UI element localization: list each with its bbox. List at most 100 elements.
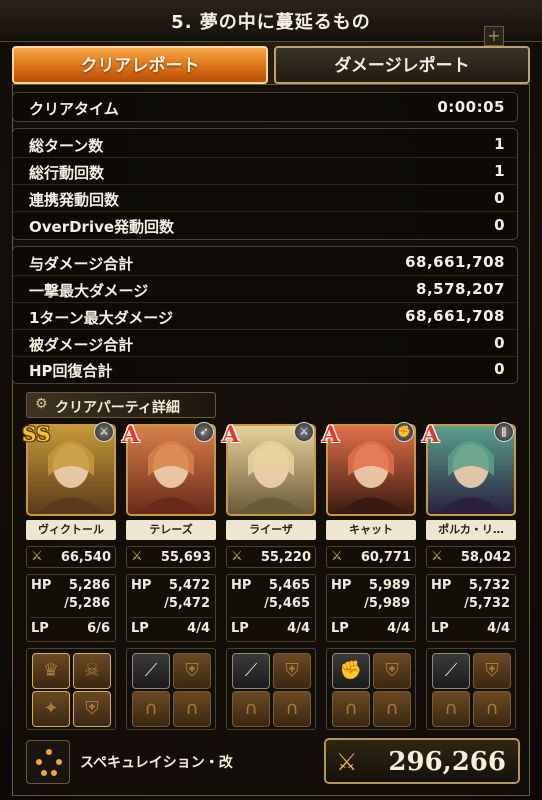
hp-value: 5,989 [368, 578, 410, 593]
lp-label: LP [231, 621, 249, 636]
lp-value: 4/4 [187, 621, 210, 636]
equipment-icon: ⟋ [244, 660, 258, 681]
empty-equipment-slot[interactable]: ⛨ [173, 653, 211, 689]
equipped-weapon-slot[interactable]: ⟋ [432, 653, 470, 689]
power-value: 60,771 [360, 550, 411, 565]
lp-label: LP [331, 621, 349, 636]
lp-value: 4/4 [287, 621, 310, 636]
formation-dot-icon [46, 749, 52, 755]
lp-value: 6/6 [87, 621, 110, 636]
damage-label: 1ターン最大ダメージ [29, 309, 173, 327]
empty-equipment-slot[interactable]: ∩ [173, 691, 211, 727]
damage-label: 与ダメージ合計 [29, 255, 134, 273]
hp-max-value: /5,465 [264, 596, 310, 611]
equipped-item-slot[interactable]: ✦ [32, 691, 70, 727]
equipment-icon: ✦ [43, 698, 59, 719]
power-box: ⚔ 66,540 [26, 546, 116, 568]
sword-icon: ⚔ [94, 422, 114, 442]
power-box: ⚔ 55,220 [226, 546, 316, 568]
hp-max-value: /5,732 [464, 596, 510, 611]
empty-equipment-slot[interactable]: ∩ [373, 691, 411, 727]
equipment-box: ⟋ ⛨ ∩ ∩ [226, 648, 316, 730]
equipment-icon: ⟋ [444, 660, 458, 681]
formation-button[interactable] [26, 740, 70, 784]
stat-label: OverDrive発動回数 [29, 218, 175, 236]
crossed-swords-icon: ⚔ [131, 549, 143, 564]
formation-dot-icon [51, 770, 57, 776]
formation-name: スペキュレイション・改 [80, 755, 233, 771]
empty-equipment-slot[interactable]: ∩ [432, 691, 470, 727]
empty-equipment-slot[interactable]: ∩ [232, 691, 270, 727]
equipped-weapon-slot[interactable]: ✊ [332, 653, 370, 689]
empty-equipment-slot[interactable]: ∩ [473, 691, 511, 727]
sword-icon: ⚔ [294, 422, 314, 442]
crossed-swords-icon: ⚔ [31, 549, 43, 564]
empty-equipment-slot[interactable]: ∩ [332, 691, 370, 727]
empty-equipment-slot[interactable]: ⛨ [273, 653, 311, 689]
title-bar: 5. 夢の中に蔓延るもの + [0, 0, 542, 46]
bow-icon: ➶ [194, 422, 214, 442]
damage-label: 一撃最大ダメージ [29, 282, 149, 300]
expand-button[interactable]: + [484, 26, 504, 46]
rank-badge: A [222, 422, 240, 448]
empty-equipment-slot[interactable]: ⛨ [373, 653, 411, 689]
stat-box: HP 5,286/5,286 LP 6/6 [26, 574, 116, 642]
crossed-swords-icon: ⚔ [431, 549, 443, 564]
stat-label: 連携発動回数 [29, 191, 120, 209]
stat-box: HP 5,989/5,989 LP 4/4 [326, 574, 416, 642]
stat-box: HP 5,732/5,732 LP 4/4 [426, 574, 516, 642]
hp-value: 5,465 [268, 578, 310, 593]
tab-damage-report[interactable]: ダメージレポート [274, 46, 530, 84]
power-value: 55,693 [160, 550, 211, 565]
damage-label: 被ダメージ合計 [29, 336, 134, 354]
equipment-box: ✊ ⛨ ∩ ∩ [326, 648, 416, 730]
divider [30, 617, 112, 618]
equipment-icon: ⛨ [485, 660, 499, 681]
empty-equipment-slot[interactable]: ⛨ [473, 653, 511, 689]
equipped-weapon-slot[interactable]: ⟋ [232, 653, 270, 689]
total-power-box: ⚔ 296,266 [324, 738, 520, 784]
stat-label: 総行動回数 [29, 164, 105, 182]
damage-value: 8,578,207 [416, 280, 505, 298]
damage-stats-section: 与ダメージ合計 68,661,708 一撃最大ダメージ 8,578,207 1タ… [12, 246, 518, 384]
damage-row: 与ダメージ合計 68,661,708 [13, 250, 517, 276]
divider [430, 617, 512, 618]
empty-equipment-slot[interactable]: ∩ [132, 691, 170, 727]
stat-value: 1 [494, 162, 505, 180]
equipment-icon: ∩ [285, 698, 299, 719]
equipment-icon: ∩ [144, 698, 158, 719]
lp-label: LP [31, 621, 49, 636]
clear-time-label: クリアタイム [29, 100, 119, 118]
empty-equipment-slot[interactable]: ∩ [273, 691, 311, 727]
divider [330, 617, 412, 618]
divider [130, 617, 212, 618]
hp-label: HP [331, 578, 352, 593]
stat-label: 総ターン数 [29, 137, 104, 155]
equipment-icon: ⛨ [285, 660, 299, 681]
formation-dot-icon [56, 759, 62, 765]
damage-value: 0 [494, 334, 505, 352]
power-value: 58,042 [460, 550, 511, 565]
turn-stats-section: 総ターン数 1 総行動回数 1 連携発動回数 0 OverDrive発動回数 0 [12, 128, 518, 240]
equipped-item-slot[interactable]: ☠ [73, 653, 111, 689]
rank-badge: SS [22, 422, 51, 446]
tab-clear-report[interactable]: クリアレポート [12, 46, 268, 84]
formation-dot-icon [36, 759, 42, 765]
damage-row: 被ダメージ合計 0 [13, 331, 517, 357]
hp-label: HP [31, 578, 52, 593]
equipment-icon: ⛨ [85, 698, 99, 719]
equipment-box: ⟋ ⛨ ∩ ∩ [426, 648, 516, 730]
character-name: テレーズ [126, 520, 216, 540]
equipped-item-slot[interactable]: ♛ [32, 653, 70, 689]
stat-value: 0 [494, 216, 505, 234]
power-value: 55,220 [260, 550, 311, 565]
equipment-icon: ∩ [444, 698, 458, 719]
equipped-item-slot[interactable]: ⛨ [73, 691, 111, 727]
clear-time-section: クリアタイム 0:00:05 [12, 92, 518, 122]
stat-value: 0 [494, 189, 505, 207]
stat-value: 1 [494, 135, 505, 153]
equipped-weapon-slot[interactable]: ⟋ [132, 653, 170, 689]
lp-value: 4/4 [387, 621, 410, 636]
hp-label: HP [231, 578, 252, 593]
power-value: 66,540 [60, 550, 111, 565]
